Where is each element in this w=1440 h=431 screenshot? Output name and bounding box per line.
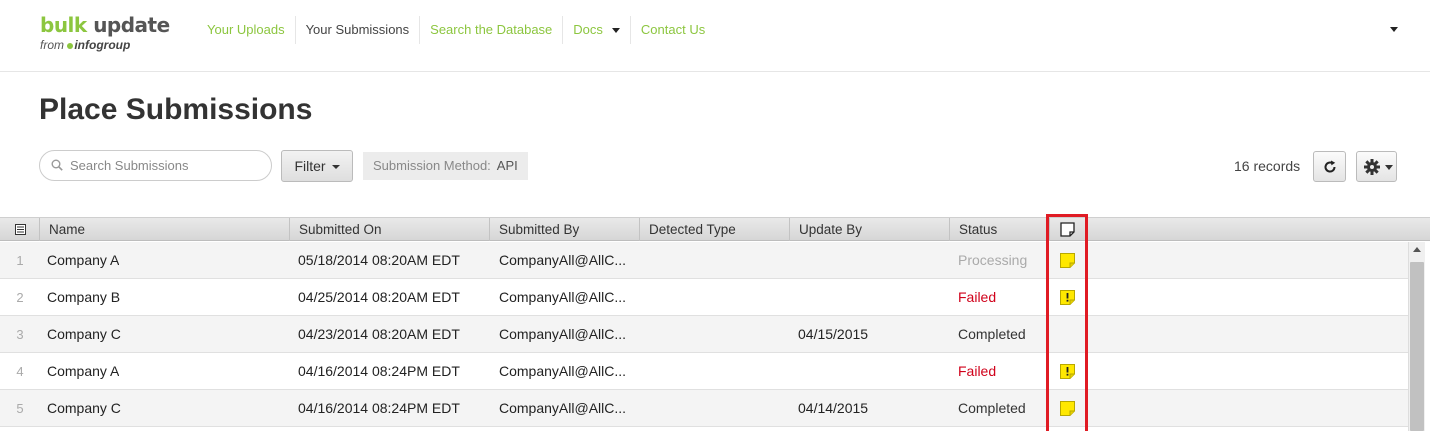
grid-body: 1 Company A 05/18/2014 08:20AM EDT Compa… bbox=[0, 242, 1408, 431]
column-menu-button[interactable] bbox=[0, 218, 40, 241]
column-header-notes[interactable] bbox=[1050, 218, 1088, 241]
cell-update-by: 04/15/2015 bbox=[798, 326, 869, 342]
cell-status: Completed bbox=[958, 400, 1026, 416]
nav-contact-us[interactable]: Contact Us bbox=[631, 16, 715, 44]
row-number: 2 bbox=[16, 290, 24, 305]
cell-submitted-on: 04/23/2014 08:20AM EDT bbox=[298, 326, 460, 342]
column-header-status[interactable]: Status bbox=[950, 218, 1050, 241]
cell-submitted-on: 04/16/2014 08:24PM EDT bbox=[298, 400, 460, 416]
nav-your-submissions[interactable]: Your Submissions bbox=[296, 16, 421, 44]
nav-docs[interactable]: Docs bbox=[563, 16, 631, 44]
refresh-icon bbox=[1324, 160, 1336, 173]
row-number: 3 bbox=[16, 327, 24, 342]
cell-submitted-by: CompanyAll@AllC... bbox=[499, 400, 627, 416]
cell-submitted-by: CompanyAll@AllC... bbox=[499, 289, 627, 305]
column-header-submitted-by[interactable]: Submitted By bbox=[490, 218, 640, 241]
filter-chip-submission-method[interactable]: Submission Method: API bbox=[363, 152, 528, 180]
scroll-thumb[interactable] bbox=[1410, 262, 1424, 431]
cell-status: Completed bbox=[958, 326, 1026, 342]
cell-submitted-by: CompanyAll@AllC... bbox=[499, 252, 627, 268]
warning-note-icon[interactable] bbox=[1060, 290, 1075, 305]
table-row[interactable]: 1 Company A 05/18/2014 08:20AM EDT Compa… bbox=[0, 242, 1408, 279]
cell-submitted-on: 04/16/2014 08:24PM EDT bbox=[298, 363, 460, 379]
cell-name: Company C bbox=[47, 326, 121, 342]
cell-submitted-on: 05/18/2014 08:20AM EDT bbox=[298, 252, 460, 268]
search-input[interactable] bbox=[70, 151, 265, 180]
user-menu-chevron-down-icon[interactable] bbox=[1390, 27, 1398, 32]
brand-logo[interactable]: bulk update from infogroup bbox=[40, 13, 170, 52]
column-header-submitted-on[interactable]: Submitted On bbox=[290, 218, 490, 241]
cell-name: Company A bbox=[47, 252, 120, 268]
scroll-up-arrow-icon[interactable] bbox=[1413, 247, 1421, 252]
grid-scrollbar[interactable] bbox=[1408, 242, 1425, 431]
page-title: Place Submissions bbox=[39, 93, 313, 126]
main-nav: Your Uploads Your Submissions Search the… bbox=[197, 16, 715, 44]
cell-name: Company C bbox=[47, 400, 121, 416]
search-box[interactable] bbox=[39, 150, 272, 181]
gear-icon bbox=[1364, 159, 1380, 175]
column-menu-icon bbox=[15, 224, 26, 235]
nav-search-database[interactable]: Search the Database bbox=[420, 16, 564, 44]
sticky-note-icon[interactable] bbox=[1060, 253, 1075, 268]
nav-your-uploads[interactable]: Your Uploads bbox=[197, 16, 296, 44]
cell-status: Failed bbox=[958, 363, 997, 379]
cell-update-by: 04/14/2015 bbox=[798, 400, 869, 416]
row-number: 5 bbox=[16, 401, 24, 416]
cell-name: Company B bbox=[47, 289, 121, 305]
table-row[interactable]: 4 Company A 04/16/2014 08:24PM EDT Compa… bbox=[0, 353, 1408, 390]
filter-button[interactable]: Filter bbox=[281, 150, 353, 182]
row-number: 1 bbox=[16, 253, 24, 268]
sticky-note-icon[interactable] bbox=[1060, 401, 1075, 416]
table-row[interactable]: 2 Company B 04/25/2014 08:20AM EDT Compa… bbox=[0, 279, 1408, 316]
chevron-down-icon bbox=[331, 165, 340, 170]
refresh-button[interactable] bbox=[1313, 151, 1346, 182]
top-navigation-bar: bulk update from infogroup Your Uploads … bbox=[0, 0, 1440, 72]
cell-submitted-by: CompanyAll@AllC... bbox=[499, 326, 627, 342]
cell-status: Failed bbox=[958, 289, 997, 305]
cell-submitted-on: 04/25/2014 08:20AM EDT bbox=[298, 289, 460, 305]
table-row[interactable]: 3 Company C 04/23/2014 08:20AM EDT Compa… bbox=[0, 316, 1408, 353]
logo-subtitle: from infogroup bbox=[40, 38, 131, 52]
column-header-name[interactable]: Name bbox=[40, 218, 290, 241]
chevron-down-icon bbox=[1385, 165, 1393, 170]
warning-note-icon[interactable] bbox=[1060, 364, 1075, 379]
table-row[interactable]: 5 Company C 04/16/2014 08:24PM EDT Compa… bbox=[0, 390, 1408, 427]
page-right-edge bbox=[1430, 0, 1440, 431]
logo-title: bulk update bbox=[40, 13, 170, 37]
cell-submitted-by: CompanyAll@AllC... bbox=[499, 363, 627, 379]
note-outline-icon bbox=[1060, 222, 1075, 237]
cell-name: Company A bbox=[47, 363, 120, 379]
settings-button[interactable] bbox=[1356, 151, 1397, 182]
column-header-detected-type[interactable]: Detected Type bbox=[640, 218, 790, 241]
column-header-update-by[interactable]: Update By bbox=[790, 218, 950, 241]
record-count: 16 records bbox=[1234, 158, 1301, 174]
search-icon bbox=[51, 159, 63, 171]
cell-status: Processing bbox=[958, 252, 1028, 268]
grid-header: Name Submitted On Submitted By Detected … bbox=[0, 217, 1440, 241]
brand-dot-icon bbox=[67, 42, 74, 49]
chevron-down-icon bbox=[611, 28, 620, 34]
row-number: 4 bbox=[16, 364, 24, 379]
